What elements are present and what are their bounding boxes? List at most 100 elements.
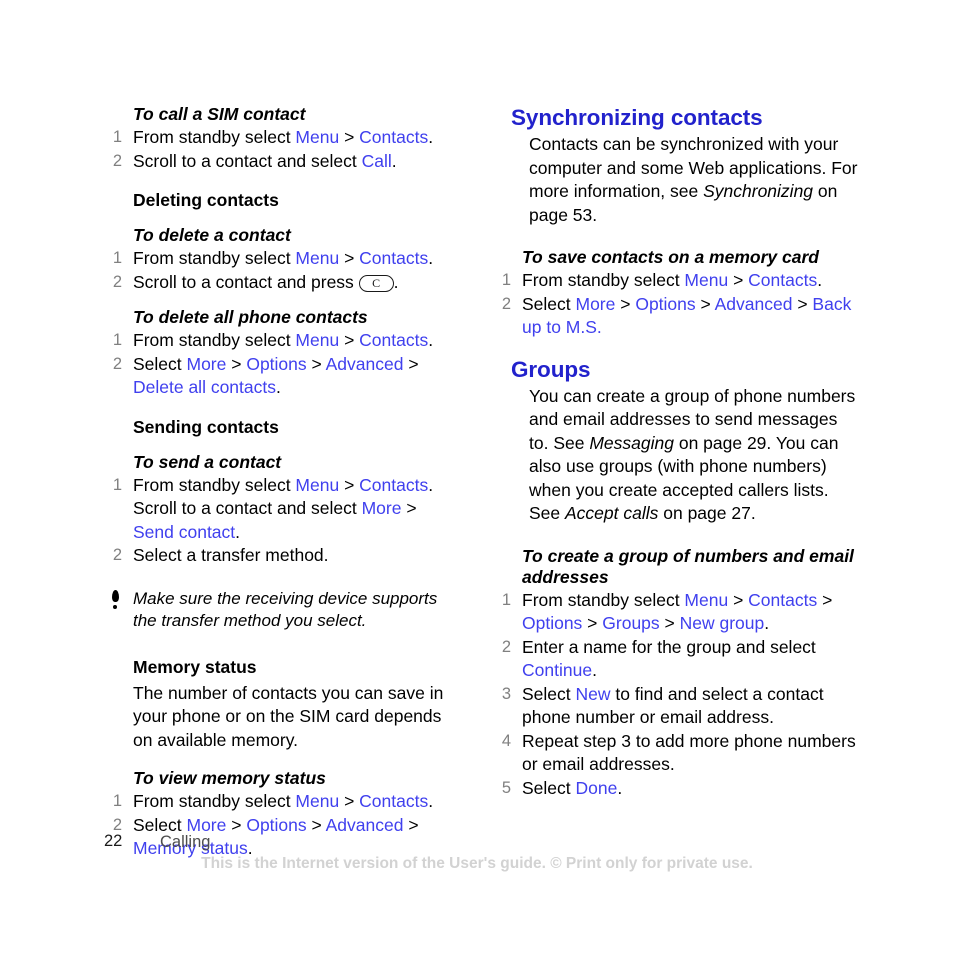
step-text: From standby select Menu > Contacts. (133, 791, 433, 811)
menu-path-token: Advanced (714, 293, 793, 314)
heading-memory-status: Memory status (133, 656, 257, 677)
text-run: . (817, 270, 823, 290)
menu-path-token: Menu (295, 127, 340, 147)
step-text: From standby select Menu > Contacts > Op… (522, 590, 832, 634)
step-number: 1 (112, 249, 122, 267)
step-item: 1 From standby select Menu > Contacts. Sc… (104, 474, 462, 545)
text-run: From standby select (133, 330, 296, 350)
menu-path-token: More (186, 353, 227, 374)
text-run: > (339, 330, 360, 350)
step-number: 3 (501, 684, 511, 703)
text-run: . (391, 150, 397, 171)
text-run: From standby select (133, 791, 296, 811)
step-item: 2 Select More > Options > Advanced > Back… (500, 293, 858, 340)
text-run: . (428, 248, 434, 268)
step-text: From standby select Menu > Contacts. (133, 127, 433, 147)
step-item: 3 Select New to find and select a contact… (500, 683, 858, 730)
text-run: Scroll to a contact and select (133, 150, 362, 171)
menu-path-token: Menu (295, 474, 340, 495)
step-number: 2 (112, 546, 122, 564)
text-run: Scroll to a contact and press (133, 271, 359, 292)
text-run: Select (133, 353, 187, 374)
menu-path-token: New group (679, 613, 765, 633)
synchronizing-paragraph: Contacts can be synchronized with your c… (529, 133, 858, 227)
text-run: > (615, 293, 636, 314)
task-title-save-contacts-memory-card: To save contacts on a memory card (522, 247, 819, 267)
steps-delete-a-contact: 1 From standby select Menu > Contacts. 2 Sc… (104, 247, 462, 294)
menu-path-token: Contacts (359, 474, 429, 495)
menu-path-token: Call (361, 150, 392, 171)
left-column: To call a SIM contact 1 From standby sele… (104, 104, 462, 861)
menu-path-token: Options (635, 293, 696, 314)
step-item: 2 Select More > Options > Advanced > Memo… (104, 814, 462, 861)
task-title-send-a-contact: To send a contact (133, 451, 282, 472)
step-item: 1 From standby select Menu > Contacts. (500, 269, 858, 293)
step-number: 1 (501, 271, 511, 289)
text-run: > (403, 814, 419, 835)
text-run: > (695, 293, 715, 314)
step-text: From standby select Menu > Contacts. (522, 270, 822, 290)
text-run: . (393, 271, 399, 292)
text-run: > (403, 353, 419, 374)
menu-path-token: Menu (295, 248, 340, 268)
menu-path-token: Send contact (133, 521, 236, 542)
steps-delete-all-phone-contacts: 1 From standby select Menu > Contacts. 2 Se… (104, 329, 462, 400)
text-run: . (592, 660, 597, 680)
menu-path-token: Delete all contacts (133, 377, 276, 397)
text-run: Select (522, 683, 576, 704)
menu-path-token: Options (246, 814, 307, 835)
steps-create-group: 1 From standby select Menu > Contacts > O… (500, 589, 858, 801)
task-title-delete-all-phone-contacts: To delete all phone contacts (133, 307, 368, 327)
right-column: Synchronizing contacts Contacts can be s… (500, 104, 858, 800)
text-run: Select (133, 814, 187, 835)
menu-path-token: Options (246, 353, 307, 374)
text-run: > (339, 248, 360, 268)
section-title-groups: Groups (511, 356, 591, 382)
text-run: > (582, 613, 603, 633)
text-run: Repeat step 3 to add more phone numbers … (522, 730, 856, 775)
text-run: > (792, 293, 813, 314)
text-run: > (339, 127, 360, 147)
footer-page-number: 22 (104, 832, 123, 850)
steps-send-a-contact: 1 From standby select Menu > Contacts. Sc… (104, 474, 462, 568)
step-text: From standby select Menu > Contacts. (133, 330, 433, 350)
text-run: > (817, 589, 833, 610)
step-item: 1 From standby select Menu > Contacts. (104, 329, 462, 353)
text-run: From standby select (133, 127, 296, 147)
text-run: . (764, 613, 770, 633)
step-text: From standby select Menu > Contacts. (133, 248, 433, 268)
step-number: 4 (501, 731, 511, 750)
task-title-view-memory-status: To view memory status (133, 768, 326, 788)
text-run: > (339, 791, 360, 811)
step-text: Repeat step 3 to add more phone numbers … (522, 731, 856, 775)
user-guide-page: To call a SIM contact 1 From standby sele… (0, 0, 954, 954)
step-item: 1 From standby select Menu > Contacts. (104, 247, 462, 271)
clear-key-icon: C (358, 274, 394, 292)
menu-path-token: Contacts (359, 248, 429, 268)
text-run: Select (522, 777, 576, 798)
menu-path-token: Contacts (748, 270, 818, 290)
step-text: Enter a name for the group and select Co… (522, 637, 816, 681)
section-title-synchronizing-contacts: Synchronizing contacts (511, 105, 763, 130)
text-run: > (306, 814, 326, 835)
text-run: > (226, 814, 247, 835)
text-run: From standby select (133, 474, 296, 495)
text-run: > (728, 270, 749, 290)
step-item: 1 From standby select Menu > Contacts > O… (500, 589, 858, 636)
menu-path-token: More (361, 498, 402, 518)
cross-reference: Accept calls (565, 503, 659, 523)
task-title-create-group: To create a group of numbers and email a… (522, 545, 854, 587)
step-text: Scroll to a contact and press C. (133, 272, 399, 292)
step-text: Select More > Options > Advanced > Delet… (133, 354, 419, 398)
note-callout: Make sure the receiving device supports … (112, 588, 462, 632)
step-item: 5 Select Done. (500, 777, 858, 801)
step-item: 2 Select a transfer method. (104, 544, 462, 568)
text-run: > (226, 353, 247, 374)
